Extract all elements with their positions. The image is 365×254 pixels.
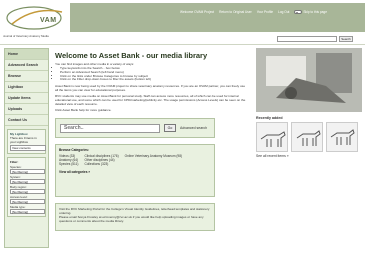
- ovam-paragraph: Asset Bank is now being used by the OVAM…: [55, 84, 246, 93]
- category-link[interactable]: Species (511): [59, 162, 78, 166]
- recently-added-title: Recently added: [256, 116, 283, 120]
- recent-thumbnail[interactable]: [291, 122, 323, 152]
- lab-scene-image: [256, 48, 362, 112]
- instruction-item: Click on the Filter drop-down boxes to f…: [60, 78, 247, 82]
- top-nav-profile[interactable]: Your Profile: [257, 10, 273, 14]
- sidebar-item-home[interactable]: Home: [5, 49, 48, 60]
- horse-skeleton-image: [327, 123, 357, 151]
- help-paragraph[interactable]: Click Asset Bank help for more guidance.: [55, 108, 247, 112]
- horse-skeleton-image: [257, 123, 287, 151]
- top-nav-logout[interactable]: Log Out: [278, 10, 289, 14]
- sidebar-item-contact-us[interactable]: Contact Us: [5, 115, 48, 126]
- top-nav: Welcome OVAM Project Return to Original …: [180, 10, 327, 14]
- hero-image[interactable]: [256, 48, 362, 112]
- rvc-paragraph: RVC students may use media on Asset Bank…: [55, 94, 246, 107]
- browse-title: Browse Categories:: [59, 148, 89, 153]
- skip-toggle-label: Skip to this page: [303, 10, 327, 14]
- browse-column: Online Veterinary Anatomy Museum (98): [125, 154, 182, 166]
- filter-select-media-type[interactable]: [No filtering]: [10, 209, 45, 214]
- skip-toggle[interactable]: [294, 10, 303, 14]
- header-search-input[interactable]: [277, 36, 337, 42]
- category-link[interactable]: Collections (323): [84, 162, 118, 166]
- logo[interactable]: VAM: [4, 4, 76, 32]
- page-title: Welcome to Asset Bank - our media librar…: [55, 51, 208, 60]
- sidebar-item-advanced-search[interactable]: Advanced Search: [5, 60, 48, 71]
- horse-skeleton-image: [292, 123, 322, 151]
- view-contents-button[interactable]: View contents: [10, 145, 46, 151]
- view-all-categories-link[interactable]: View all categories »: [59, 170, 211, 174]
- filter-title: Filter:: [10, 160, 19, 164]
- filter-select-species[interactable]: [No filtering]: [10, 169, 45, 174]
- sidebar-item-lightbox[interactable]: Lightbox: [5, 82, 48, 93]
- sidebar-item-update-items[interactable]: Update Items: [5, 93, 48, 104]
- see-all-recent-link[interactable]: See all recent items »: [256, 154, 362, 158]
- top-nav-welcome[interactable]: Welcome OVAM Project: [180, 10, 214, 14]
- sidebar-item-browse[interactable]: Browse: [5, 71, 48, 82]
- filter-select-system[interactable]: [No filtering]: [10, 179, 45, 184]
- recent-thumbnail[interactable]: [326, 122, 358, 152]
- go-button[interactable]: Go: [164, 124, 176, 133]
- logo-subtitle: Journal of Veterinary Anatomy Media: [3, 34, 49, 38]
- browse-columns: Videos (33) Anatomy (64) Species (511) C…: [59, 154, 211, 166]
- sidebar: Home Advanced Search Browse Lightbox Upd…: [4, 48, 49, 248]
- browse-column: Clinical disciplines (176) Other discipl…: [84, 154, 118, 166]
- lightbox-panel: My Lightbox There are 0 items in your Li…: [7, 129, 46, 154]
- instructions-list: Type keywords into the Search... box bel…: [60, 66, 247, 82]
- contact-email-text: Please email Sonya Frowley at ezmvenny@r…: [59, 215, 204, 224]
- logo-text: VAM: [40, 17, 57, 24]
- filter-select-access-level[interactable]: [No filtering]: [10, 199, 45, 204]
- info-panel: Visit the RVC Marketing Portal for the C…: [55, 203, 215, 232]
- header-search-button[interactable]: Search: [339, 36, 353, 42]
- browse-column: Videos (33) Anatomy (64) Species (511): [59, 154, 78, 166]
- filter-select-body-region[interactable]: [No filtering]: [10, 189, 45, 194]
- top-nav-return[interactable]: Return to Original User: [219, 10, 252, 14]
- advanced-search-link[interactable]: Advanced search: [180, 126, 207, 130]
- right-column: Recently added See all recent items »: [256, 48, 362, 158]
- category-link[interactable]: Online Veterinary Anatomy Museum (98): [125, 154, 182, 158]
- lightbox-info-line-2: your Lightbox: [10, 140, 29, 144]
- sidebar-item-uploads[interactable]: Uploads: [5, 104, 48, 115]
- marketing-portal-text: Visit the RVC Marketing Portal for the C…: [59, 207, 210, 216]
- top-banner: VAM Journal of Veterinary Anatomy Media …: [0, 0, 365, 45]
- skip-toggle-wrap[interactable]: Skip to this page: [294, 10, 327, 14]
- main-search-input[interactable]: [60, 123, 160, 133]
- recent-thumbnail[interactable]: [256, 122, 288, 152]
- brand-bar: [70, 3, 365, 32]
- header-search: Search: [277, 36, 353, 42]
- browse-categories-panel: Browse Categories: Videos (33) Anatomy (…: [55, 144, 215, 198]
- main-content: Welcome to Asset Bank - our media librar…: [55, 48, 247, 232]
- recent-thumbnails: [256, 122, 362, 152]
- filter-panel: Filter: Species: [No filtering] System: …: [7, 157, 46, 217]
- main-search-panel: Go Advanced search: [55, 118, 215, 139]
